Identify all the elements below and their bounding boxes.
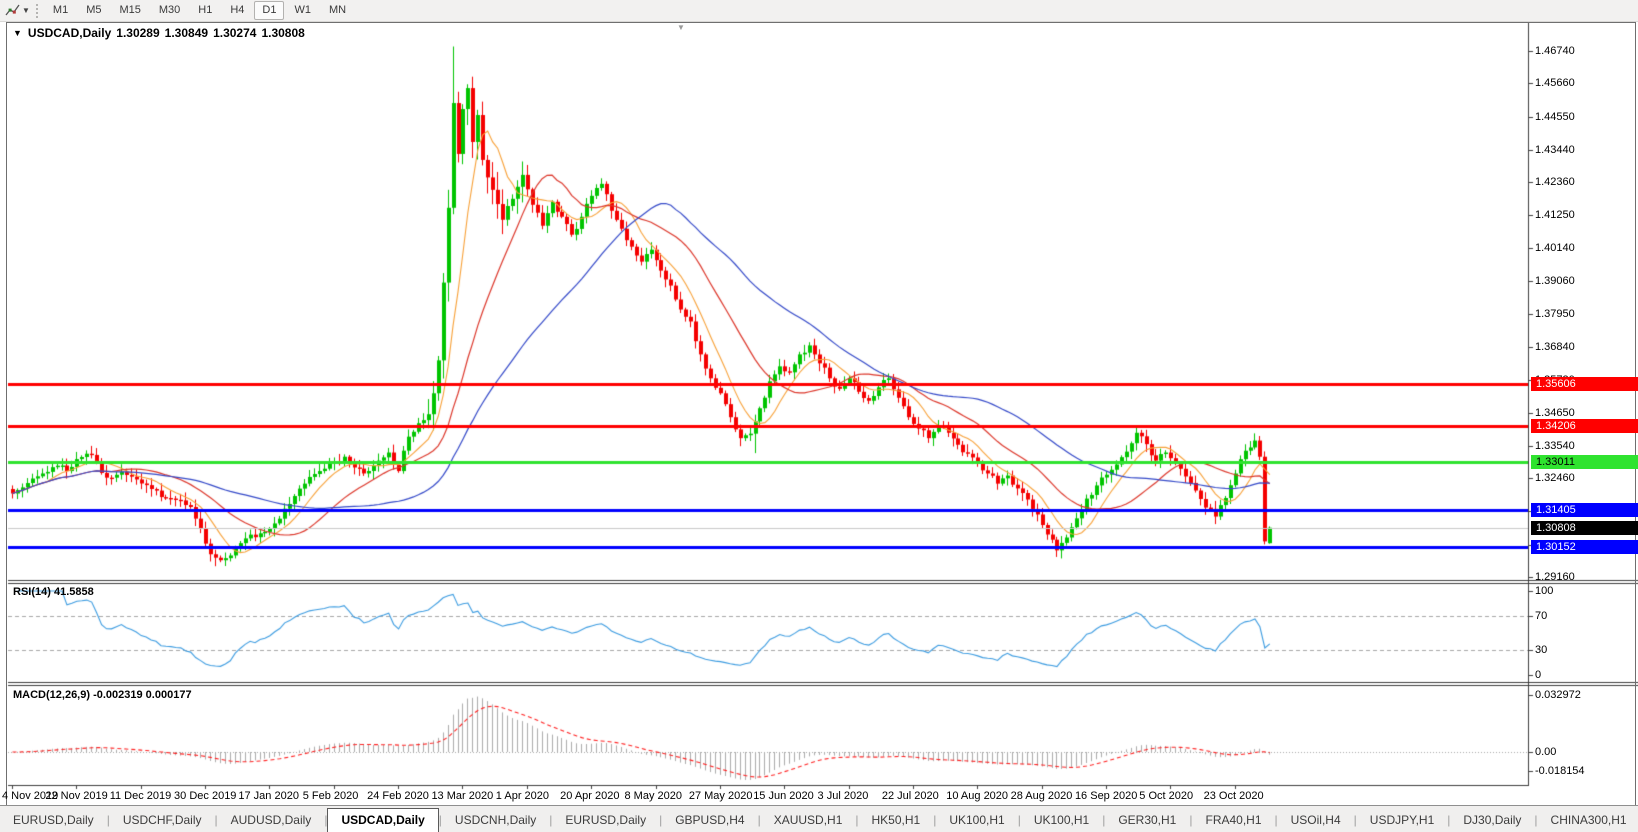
chart-title-collapse-icon[interactable]: ▼ bbox=[13, 28, 22, 38]
timeframe-button-M1[interactable]: M1 bbox=[45, 1, 76, 20]
chart-tab-XAUUSD-H1[interactable]: XAUUSD,H1 bbox=[761, 809, 856, 832]
price-chart-canvas[interactable] bbox=[0, 0, 1638, 832]
chart-tab-DJ30-Daily[interactable]: DJ30,Daily bbox=[1450, 809, 1534, 832]
toolbar-grip[interactable] bbox=[35, 3, 38, 18]
chart-tab-UK100-H1[interactable]: UK100,H1 bbox=[936, 809, 1017, 832]
chart-tab-USDCAD-Daily[interactable]: USDCAD,Daily bbox=[327, 808, 439, 832]
chart-tab-EURUSD-Daily[interactable]: EURUSD,Daily bbox=[0, 809, 107, 832]
rsi-indicator-label: RSI(14) 41.5858 bbox=[13, 586, 94, 598]
timeframe-button-M30[interactable]: M30 bbox=[151, 1, 188, 20]
chart-tab-UK100-H1[interactable]: UK100,H1 bbox=[1021, 809, 1102, 832]
chart-tab-AUDUSD-Daily[interactable]: AUDUSD,Daily bbox=[218, 809, 325, 832]
macd-indicator-label: MACD(12,26,9) -0.002319 0.000177 bbox=[13, 689, 192, 701]
chart-title: ▼ USDCAD,Daily 1.30289 1.30849 1.30274 1.3080… bbox=[13, 26, 310, 40]
chart-tab-CHINA300-H1[interactable]: CHINA300,H1 bbox=[1538, 809, 1638, 832]
timeframe-button-D1[interactable]: D1 bbox=[254, 1, 285, 20]
chart-marker-icon: ▼ bbox=[677, 23, 685, 32]
timeframe-button-W1[interactable]: W1 bbox=[286, 1, 319, 20]
timeframe-buttons: M1 M5 M15 M30 H1 H4 D1 W1 MN bbox=[44, 1, 355, 20]
chart-tab-USOil-H4[interactable]: USOil,H4 bbox=[1278, 809, 1354, 832]
ohlc-low: 1.30274 bbox=[213, 26, 257, 40]
timeframe-button-H4[interactable]: H4 bbox=[222, 1, 252, 20]
chart-tab-HK50-H1[interactable]: HK50,H1 bbox=[859, 809, 934, 832]
timeframe-button-H1[interactable]: H1 bbox=[190, 1, 220, 20]
timeframe-button-M5[interactable]: M5 bbox=[78, 1, 109, 20]
chart-tab-bar: EURUSD,Daily | USDCHF,Daily | AUDUSD,Daily | U… bbox=[0, 805, 1638, 832]
chart-tab-FRA40-H1[interactable]: FRA40,H1 bbox=[1192, 809, 1274, 832]
chart-tab-GER30-H1[interactable]: GER30,H1 bbox=[1105, 809, 1189, 832]
dropdown-caret-icon[interactable]: ▼ bbox=[22, 6, 30, 15]
timeframe-button-MN[interactable]: MN bbox=[321, 1, 354, 20]
ohlc-high: 1.30849 bbox=[164, 26, 209, 40]
chart-tab-USDCHF-Daily[interactable]: USDCHF,Daily bbox=[110, 809, 215, 832]
chart-symbol-label: USDCAD,Daily bbox=[27, 26, 112, 40]
ohlc-open: 1.30289 bbox=[116, 26, 160, 40]
chart-tab-USDCNH-Daily[interactable]: USDCNH,Daily bbox=[442, 809, 549, 832]
chart-tab-GBPUSD-H4[interactable]: GBPUSD,H4 bbox=[662, 809, 757, 832]
charts-toolbar-icon[interactable] bbox=[2, 3, 22, 19]
ohlc-close: 1.30808 bbox=[261, 26, 305, 40]
chart-tab-EURUSD-Daily[interactable]: EURUSD,Daily bbox=[552, 809, 659, 832]
timeframe-toolbar: ▼ M1 M5 M15 M30 H1 H4 D1 W1 MN bbox=[0, 0, 1638, 22]
chart-tab-USDJPY-H1[interactable]: USDJPY,H1 bbox=[1357, 809, 1447, 832]
mt4-terminal-window: ▼ M1 M5 M15 M30 H1 H4 D1 W1 MN ▼ USDCAD,Daily 1.30… bbox=[0, 0, 1638, 832]
timeframe-button-M15[interactable]: M15 bbox=[111, 1, 148, 20]
